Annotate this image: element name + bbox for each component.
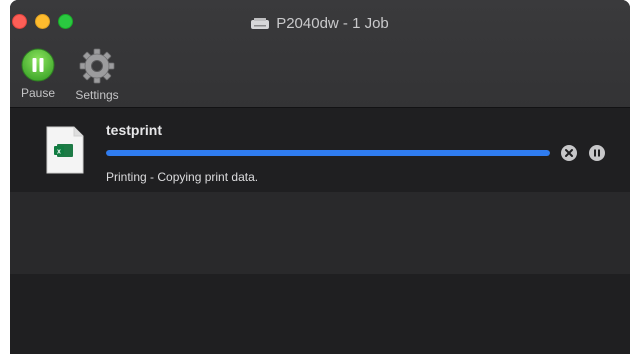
job-progress-bar [106, 150, 550, 156]
pause-label: Pause [20, 86, 56, 100]
excel-document-icon: x [45, 126, 85, 174]
cancel-job-button[interactable] [561, 145, 577, 161]
empty-row [10, 274, 630, 354]
cancel-circle-icon [561, 145, 577, 161]
settings-label: Settings [75, 88, 119, 102]
window-title-text: P2040dw - 1 Job [276, 15, 389, 32]
settings-button[interactable]: Settings [67, 48, 127, 102]
window-title: P2040dw - 1 Job [10, 15, 630, 33]
svg-text:x: x [57, 149, 61, 156]
job-progress-fill [106, 150, 550, 156]
pause-job-button[interactable] [589, 145, 605, 161]
gear-icon [79, 48, 115, 84]
printer-icon [251, 18, 270, 30]
job-name: testprint [106, 122, 162, 138]
pause-printer-button[interactable]: Pause [16, 48, 60, 100]
pause-circle-icon [589, 145, 605, 161]
print-job-row[interactable]: x testprint Printing - Copying print dat… [10, 108, 630, 192]
print-queue-window: P2040dw - 1 Job Pause Settings x testpri… [10, 0, 630, 354]
pause-circle-icon [21, 48, 55, 82]
empty-row [10, 192, 630, 274]
title-bar: P2040dw - 1 Job Pause Settings [10, 0, 630, 108]
job-status: Printing - Copying print data. [106, 170, 259, 184]
